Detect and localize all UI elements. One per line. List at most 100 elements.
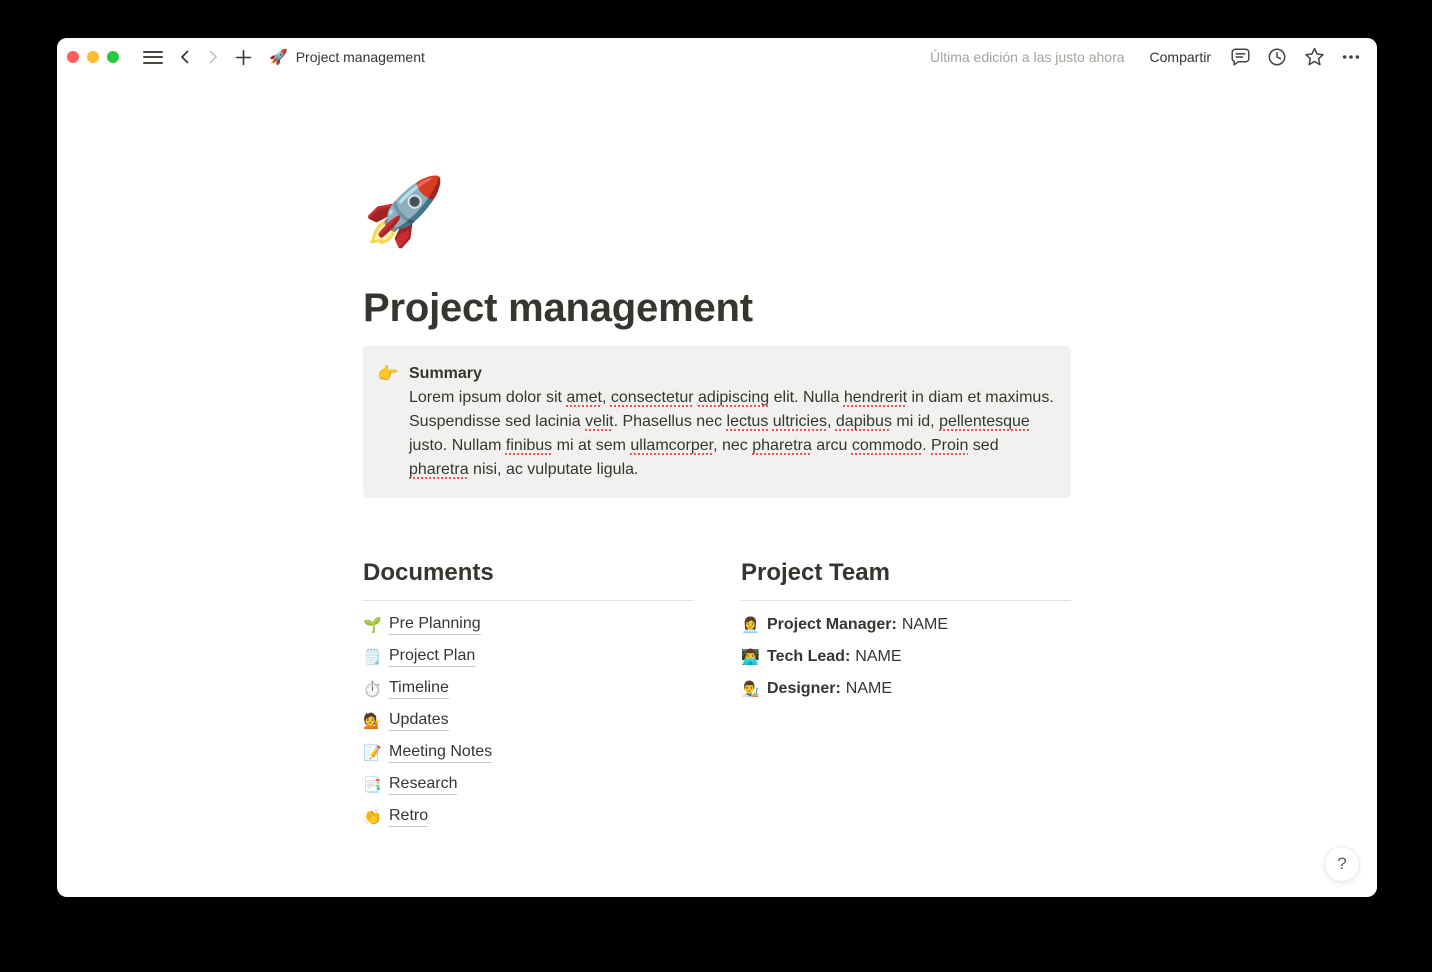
close-button[interactable]: [67, 51, 79, 63]
document-link[interactable]: 🗒️ Project Plan: [363, 647, 476, 667]
team-column: Project Team 👩‍💼 Project Manager: NAME 👨…: [741, 558, 1071, 833]
forward-button[interactable]: [201, 44, 225, 70]
sidebar-toggle-button[interactable]: [141, 44, 165, 70]
plus-icon: [235, 49, 251, 65]
last-edited-text: Última edición a las justo ahora: [929, 49, 1125, 65]
team-member-row: 👨‍💻 Tech Lead: NAME: [741, 641, 1071, 673]
document-link-label: Pre Planning: [389, 615, 481, 635]
new-tab-button[interactable]: [231, 44, 255, 70]
more-button[interactable]: [1339, 44, 1363, 70]
document-link[interactable]: 📑 Research: [363, 775, 458, 795]
document-list-item: 👏 Retro: [363, 801, 693, 833]
summary-text-segment: , nec: [713, 437, 753, 454]
misspelled-word: ullamcorper: [630, 437, 714, 454]
star-icon: [1304, 47, 1324, 66]
document-link-label: Research: [389, 775, 458, 795]
team-member-row: 👨‍🎨 Designer: NAME: [741, 673, 1071, 705]
document-icon: 🌱: [363, 616, 382, 634]
document-icon: 📑: [363, 776, 382, 794]
comment-bubble-icon: [1230, 48, 1250, 66]
document-link[interactable]: ⏱️ Timeline: [363, 679, 449, 699]
document-link[interactable]: 👏 Retro: [363, 807, 429, 827]
summary-paragraph: Lorem ipsum dolor sit amet, consectetur …: [409, 386, 1055, 482]
summary-text-segment: nisi, ac vulputate ligula.: [468, 461, 639, 478]
document-list-item: 📑 Research: [363, 769, 693, 801]
summary-text-segment: .: [922, 437, 931, 454]
comments-button[interactable]: [1228, 44, 1252, 70]
document-link[interactable]: 📝 Meeting Notes: [363, 743, 493, 763]
team-member-name: NAME: [855, 648, 902, 665]
page-title[interactable]: Project management: [363, 282, 1071, 334]
team-list: 👩‍💼 Project Manager: NAME 👨‍💻 Tech Lead:…: [741, 609, 1071, 705]
team-member-name: NAME: [901, 616, 949, 633]
divider: [741, 600, 1071, 601]
document-link-label: Project Plan: [389, 647, 476, 667]
team-member-icon: 👩‍💼: [741, 616, 760, 634]
misspelled-word: dapibus: [835, 413, 892, 430]
titlebar: 🚀 Project management Última edición a la…: [57, 38, 1377, 76]
summary-text-segment: . Phasellus nec: [613, 413, 727, 430]
titlebar-breadcrumb[interactable]: 🚀 Project management: [269, 49, 425, 65]
summary-text-segment: mi id,: [891, 413, 940, 430]
summary-text-segment: Lorem ipsum dolor sit: [409, 389, 567, 406]
document-list-item: 🗒️ Project Plan: [363, 641, 693, 673]
help-button[interactable]: ?: [1324, 846, 1360, 882]
misspelled-word: finibus: [505, 437, 553, 454]
documents-list: 🌱 Pre Planning 🗒️ Project Plan ⏱️ Timeli…: [363, 609, 693, 833]
summary-text-segment: arcu: [811, 437, 852, 454]
page-content: 🚀 Project management 👉 Summary Lorem ips…: [57, 76, 1377, 897]
summary-text-segment: ,: [827, 413, 836, 430]
two-column-section: Documents 🌱 Pre Planning 🗒️ Project Plan…: [363, 558, 1071, 833]
document-icon: 🗒️: [363, 648, 382, 666]
document-icon: 👏: [363, 808, 382, 826]
misspelled-word: amet: [566, 389, 602, 406]
app-window: 🚀 Project management Última edición a la…: [57, 38, 1377, 897]
document-list-item: 📝 Meeting Notes: [363, 737, 693, 769]
documents-heading: Documents: [363, 559, 494, 586]
share-button[interactable]: Compartir: [1146, 47, 1215, 67]
minimize-button[interactable]: [87, 51, 99, 63]
documents-column: Documents 🌱 Pre Planning 🗒️ Project Plan…: [363, 558, 693, 833]
callout-body[interactable]: Summary Lorem ipsum dolor sit amet, cons…: [409, 362, 1055, 482]
summary-text-segment: mi at sem: [552, 437, 631, 454]
team-member-name: NAME: [845, 680, 893, 697]
misspelled-word: velit: [585, 413, 614, 430]
document-list-item: 💁 Updates: [363, 705, 693, 737]
team-heading: Project Team: [741, 559, 890, 586]
misspelled-word: Proin: [931, 437, 969, 454]
hamburger-icon: [143, 47, 163, 67]
divider: [363, 600, 693, 601]
chevron-right-icon: [209, 50, 217, 64]
document-icon: 📝: [363, 744, 382, 762]
document-link-label: Meeting Notes: [389, 743, 493, 763]
zoom-button[interactable]: [107, 51, 119, 63]
page-emoji-icon: 🚀: [269, 48, 288, 66]
document-link[interactable]: 🌱 Pre Planning: [363, 615, 481, 635]
misspelled-word: pharetra: [752, 437, 812, 454]
back-button[interactable]: [173, 44, 197, 70]
team-member-role: Project Manager:: [767, 616, 897, 633]
titlebar-page-title: Project management: [295, 49, 425, 65]
misspelled-word: adipiscing: [698, 389, 770, 406]
history-button[interactable]: [1265, 44, 1289, 70]
misspelled-word: commodo: [851, 437, 923, 454]
summary-text-segment: elit. Nulla: [769, 389, 844, 406]
document-link-label: Timeline: [389, 679, 449, 699]
misspelled-word: pellentesque: [939, 413, 1030, 430]
favorite-button[interactable]: [1302, 44, 1326, 70]
document-icon: 💁: [363, 712, 382, 730]
team-member-role: Designer:: [767, 680, 841, 697]
document-link[interactable]: 💁 Updates: [363, 711, 449, 731]
misspelled-word: ultricies: [772, 413, 827, 430]
page-icon-emoji[interactable]: 🚀: [363, 172, 445, 250]
summary-text-segment: sed: [968, 437, 999, 454]
document-link-label: Updates: [389, 711, 449, 731]
clock-icon: [1268, 48, 1286, 66]
misspelled-word: lectus: [726, 413, 769, 430]
ellipsis-icon: [1342, 55, 1360, 59]
summary-text-segment: justo. Nullam: [409, 437, 506, 454]
callout-icon[interactable]: 👉: [377, 362, 399, 386]
chevron-left-icon: [181, 50, 189, 64]
team-member-role: Tech Lead:: [767, 648, 851, 665]
team-member-icon: 👨‍💻: [741, 648, 760, 666]
